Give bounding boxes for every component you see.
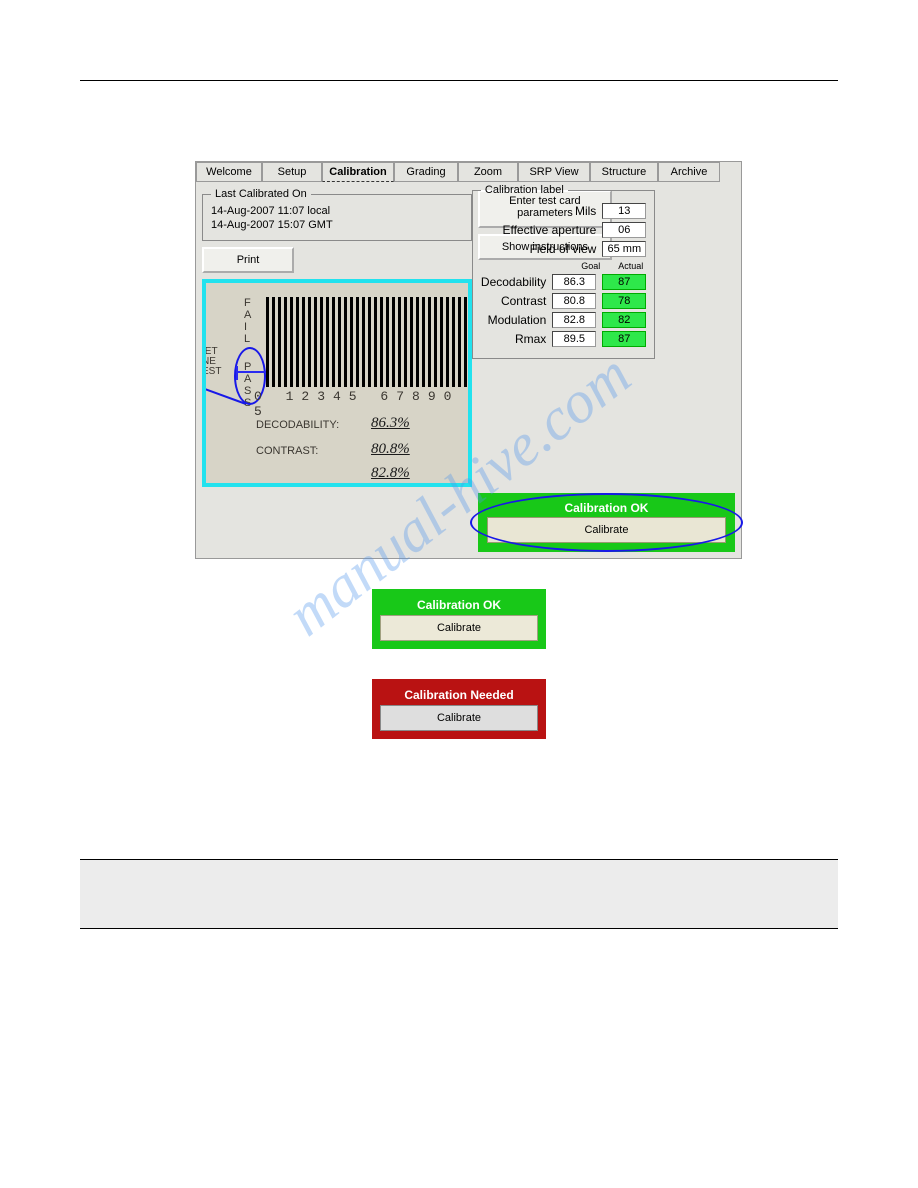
cal-label-text: Effective aperture bbox=[502, 223, 596, 237]
metric-actual: 87 bbox=[602, 274, 646, 290]
calibration-label-legend: Calibration label bbox=[481, 184, 568, 196]
metric-row: Decodability 86.3 87 bbox=[481, 274, 646, 290]
metric-actual: 78 bbox=[602, 293, 646, 309]
note-block bbox=[80, 859, 838, 929]
sample-calibrate-button[interactable]: Calibrate bbox=[380, 615, 538, 641]
last-cal-local: 14-Aug-2007 11:07 local bbox=[211, 204, 463, 218]
hdr-goal: Goal bbox=[581, 261, 600, 271]
calibration-ok-sample: Calibration OKCalibrate bbox=[372, 589, 546, 649]
cal-label-value: 06 bbox=[602, 222, 646, 238]
preview-value: 86.3% bbox=[371, 415, 410, 432]
tab-welcome[interactable]: Welcome bbox=[196, 162, 262, 182]
metric-label: Decodability bbox=[481, 275, 546, 289]
fail-label: FAIL bbox=[244, 297, 251, 345]
app-window: WelcomeSetupCalibrationGradingZoomSRP Vi… bbox=[195, 161, 742, 559]
tab-structure[interactable]: Structure bbox=[590, 162, 658, 182]
calibration-needed-sample: Calibration NeededCalibrate bbox=[372, 679, 546, 739]
rule-top bbox=[80, 80, 838, 81]
cal-label-row: Mils 13 bbox=[481, 203, 646, 219]
metric-goal: 89.5 bbox=[552, 331, 596, 347]
calibration-label-group: Calibration label Mils 13 Effective apertu… bbox=[472, 184, 655, 359]
cal-label-text: Mils bbox=[575, 204, 596, 218]
sample-calibrate-button[interactable]: Calibrate bbox=[380, 705, 538, 731]
tab-setup[interactable]: Setup bbox=[262, 162, 322, 182]
quiet-zone-label: IETNEEST bbox=[202, 347, 221, 377]
metric-actual: 87 bbox=[602, 331, 646, 347]
sample-title: Calibration OK bbox=[380, 597, 538, 615]
cal-label-text: Field of view bbox=[530, 242, 597, 256]
calibration-ok-box: Calibration OK Calibrate bbox=[478, 493, 735, 552]
metric-label: Contrast bbox=[501, 294, 546, 308]
metric-row: Contrast 80.8 78 bbox=[481, 293, 646, 309]
tab-calibration[interactable]: Calibration bbox=[322, 162, 394, 182]
sample-title: Calibration Needed bbox=[380, 687, 538, 705]
metric-label: Modulation bbox=[488, 313, 547, 327]
tab-zoom[interactable]: Zoom bbox=[458, 162, 518, 182]
metric-actual: 82 bbox=[602, 312, 646, 328]
preview-value: 80.8% bbox=[371, 441, 410, 458]
cal-label-row: Field of view 65 mm bbox=[481, 241, 646, 257]
metrics-header: Goal Actual bbox=[481, 261, 646, 271]
barcode-preview: IETNEEST FAIL PASS 0 12345 67890 5 DECOD… bbox=[202, 279, 472, 487]
cal-label-value: 65 mm bbox=[602, 241, 646, 257]
hdr-actual: Actual bbox=[618, 261, 643, 271]
last-calibrated-group: Last Calibrated On 14-Aug-2007 11:07 loc… bbox=[202, 188, 472, 241]
tab-grading[interactable]: Grading bbox=[394, 162, 458, 182]
barcode-digits: 0 12345 67890 5 bbox=[254, 389, 468, 419]
tab-archive[interactable]: Archive bbox=[658, 162, 720, 182]
metric-label: Rmax bbox=[515, 332, 546, 346]
barcode-bars bbox=[266, 297, 472, 387]
preview-label: DECODABILITY: bbox=[256, 419, 339, 431]
metric-row: Rmax 89.5 87 bbox=[481, 331, 646, 347]
preview-value: 82.8% bbox=[371, 465, 410, 482]
cal-label-value: 13 bbox=[602, 203, 646, 219]
metric-goal: 82.8 bbox=[552, 312, 596, 328]
preview-label: CONTRAST: bbox=[256, 445, 318, 457]
metric-goal: 80.8 bbox=[552, 293, 596, 309]
calibrate-ellipse-annotation bbox=[470, 493, 743, 552]
last-calibrated-legend: Last Calibrated On bbox=[211, 188, 311, 200]
metric-row: Modulation 82.8 82 bbox=[481, 312, 646, 328]
tab-srp-view[interactable]: SRP View bbox=[518, 162, 590, 182]
last-cal-gmt: 14-Aug-2007 15:07 GMT bbox=[211, 218, 463, 232]
metric-goal: 86.3 bbox=[552, 274, 596, 290]
tab-bar: WelcomeSetupCalibrationGradingZoomSRP Vi… bbox=[196, 162, 741, 182]
note-box bbox=[80, 859, 838, 929]
cal-label-row: Effective aperture 06 bbox=[481, 222, 646, 238]
print-button[interactable]: Print bbox=[202, 247, 294, 273]
